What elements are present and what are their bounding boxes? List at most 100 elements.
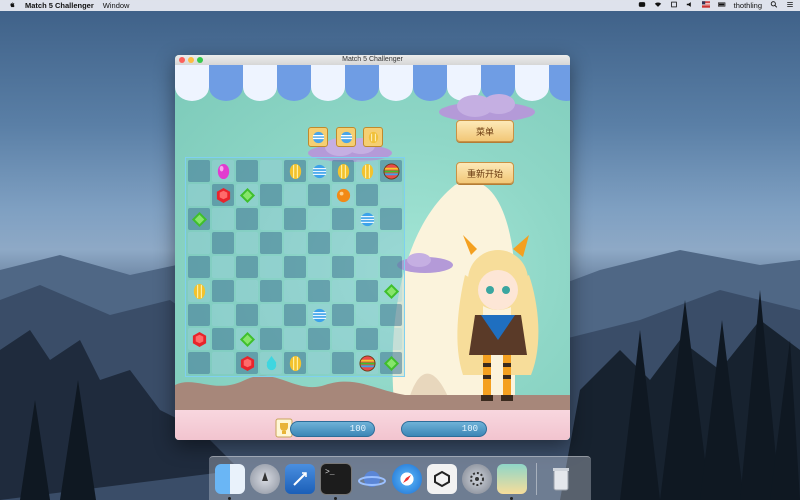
board-cell[interactable] (380, 280, 402, 302)
notification-icon[interactable] (670, 1, 678, 10)
board-cell[interactable] (212, 184, 234, 206)
board-cell[interactable] (260, 208, 282, 230)
flag-us-icon[interactable] (701, 1, 710, 10)
board-cell[interactable] (260, 352, 282, 374)
yellow-egg-candy-icon[interactable] (359, 163, 376, 180)
board-cell[interactable] (284, 208, 306, 230)
board-cell[interactable] (332, 328, 354, 350)
board-cell[interactable] (284, 160, 306, 182)
terminal-icon[interactable]: >_ (320, 462, 352, 500)
battery-icon[interactable] (717, 1, 726, 10)
volume-icon[interactable] (686, 1, 694, 10)
board-cell[interactable] (380, 328, 402, 350)
blue-striped-candy-icon[interactable] (311, 307, 328, 324)
board-cell[interactable] (212, 280, 234, 302)
board-cell[interactable] (284, 352, 306, 374)
board-cell[interactable] (356, 232, 378, 254)
screen-record-icon[interactable] (638, 1, 646, 10)
system-preferences-icon[interactable] (462, 463, 492, 494)
board-cell[interactable] (332, 256, 354, 278)
yellow-egg-candy-icon[interactable] (191, 283, 208, 300)
board-cell[interactable] (356, 256, 378, 278)
board-cell[interactable] (380, 160, 402, 182)
board-cell[interactable] (212, 328, 234, 350)
board-cell[interactable] (188, 208, 210, 230)
notification-center-icon[interactable] (786, 1, 794, 10)
board-cell[interactable] (356, 328, 378, 350)
menu-button[interactable]: 菜单 (456, 120, 514, 142)
board-cell[interactable] (308, 328, 330, 350)
trash-icon[interactable] (546, 464, 576, 494)
red-gem-icon[interactable] (239, 355, 256, 372)
board-cell[interactable] (308, 304, 330, 326)
green-gem-icon[interactable] (239, 187, 256, 204)
board-cell[interactable] (356, 280, 378, 302)
board-cell[interactable] (236, 160, 258, 182)
cyan-drop-candy-icon[interactable] (263, 355, 280, 372)
board-cell[interactable] (188, 280, 210, 302)
board-cell[interactable] (332, 304, 354, 326)
red-gem-icon[interactable] (215, 187, 232, 204)
red-gem-icon[interactable] (191, 331, 208, 348)
network-icon[interactable] (357, 464, 387, 494)
game-canvas[interactable]: 菜单 重新开始 100 100 (175, 65, 570, 440)
board-cell[interactable] (260, 304, 282, 326)
xcode-icon[interactable] (285, 463, 315, 494)
safari-icon[interactable] (392, 463, 422, 494)
board-cell[interactable] (188, 184, 210, 206)
board-cell[interactable] (308, 160, 330, 182)
board-cell[interactable] (188, 304, 210, 326)
board-cell[interactable] (308, 232, 330, 254)
board-cell[interactable] (308, 256, 330, 278)
board-cell[interactable] (212, 208, 234, 230)
menu-window[interactable]: Window (103, 1, 130, 10)
green-gem-icon[interactable] (191, 211, 208, 228)
user-menu[interactable]: thothling (734, 1, 762, 10)
board-cell[interactable] (236, 280, 258, 302)
board-cell[interactable] (380, 352, 402, 374)
wifi-icon[interactable] (654, 1, 662, 10)
board-cell[interactable] (236, 328, 258, 350)
app-menu[interactable]: Match 5 Challenger (25, 1, 94, 10)
launchpad-icon[interactable] (250, 463, 280, 494)
green-gem-icon[interactable] (239, 331, 256, 348)
board-cell[interactable] (380, 304, 402, 326)
rainbow-ball-icon[interactable] (382, 162, 400, 180)
board-cell[interactable] (236, 304, 258, 326)
board-cell[interactable] (332, 232, 354, 254)
spotlight-icon[interactable] (770, 1, 778, 10)
board-cell[interactable] (284, 232, 306, 254)
board-cell[interactable] (212, 160, 234, 182)
green-gem-icon[interactable] (383, 355, 400, 372)
board-cell[interactable] (188, 232, 210, 254)
board-cell[interactable] (284, 304, 306, 326)
board-cell[interactable] (212, 256, 234, 278)
board-cell[interactable] (332, 184, 354, 206)
board-cell[interactable] (356, 184, 378, 206)
close-button[interactable] (179, 57, 185, 63)
board-cell[interactable] (308, 352, 330, 374)
board-cell[interactable] (332, 280, 354, 302)
board-cell[interactable] (332, 208, 354, 230)
unity-icon[interactable] (427, 463, 457, 494)
board-cell[interactable] (212, 352, 234, 374)
board-cell[interactable] (188, 160, 210, 182)
game-board[interactable] (185, 157, 405, 377)
board-cell[interactable] (260, 160, 282, 182)
magenta-candy-icon[interactable] (215, 163, 232, 180)
board-cell[interactable] (284, 184, 306, 206)
restart-button[interactable]: 重新开始 (456, 162, 514, 184)
minimize-button[interactable] (188, 57, 194, 63)
rainbow-ball-icon[interactable] (358, 354, 376, 372)
apple-menu-icon[interactable] (8, 1, 16, 10)
board-cell[interactable] (356, 304, 378, 326)
board-cell[interactable] (260, 184, 282, 206)
board-cell[interactable] (284, 280, 306, 302)
board-cell[interactable] (380, 232, 402, 254)
board-cell[interactable] (212, 232, 234, 254)
board-cell[interactable] (236, 208, 258, 230)
board-cell[interactable] (260, 280, 282, 302)
yellow-egg-candy-icon[interactable] (287, 163, 304, 180)
board-cell[interactable] (260, 232, 282, 254)
board-cell[interactable] (188, 256, 210, 278)
